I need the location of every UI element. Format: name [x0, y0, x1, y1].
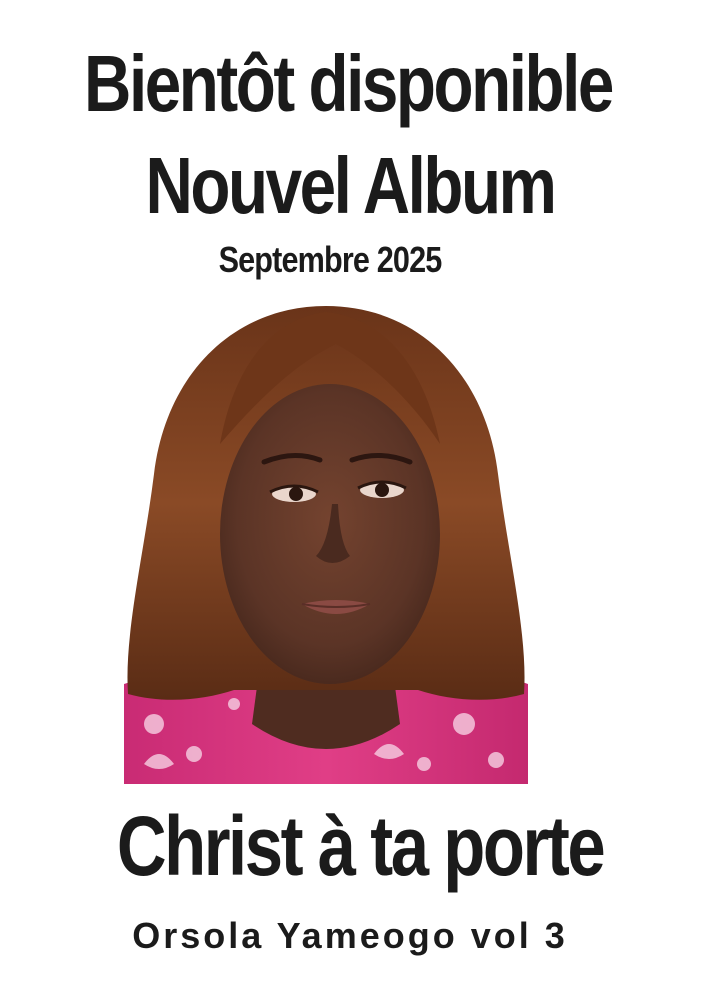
release-date: Septembre 2025 [218, 239, 443, 280]
headline-new-album: Nouvel Album [145, 141, 557, 230]
artist-portrait-photo [124, 306, 528, 784]
headline-coming-soon: Bientôt disponible [84, 39, 614, 128]
artist-credit: Orsola Yameogo vol 3 [132, 915, 568, 956]
album-title: Christ à ta porte [116, 799, 606, 893]
